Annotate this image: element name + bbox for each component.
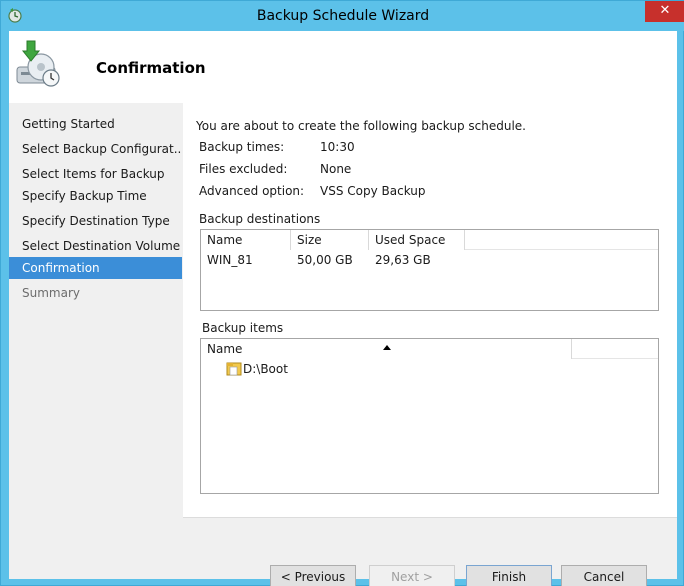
sidebar-item-getting-started[interactable]: Getting Started — [9, 113, 182, 135]
title-bar[interactable]: Backup Schedule Wizard ✕ — [1, 1, 684, 31]
wizard-client: Confirmation Getting Started Select Back… — [9, 31, 677, 586]
backup-times-label: Backup times: — [199, 140, 285, 154]
column-header-used-space[interactable]: Used Space — [369, 230, 465, 250]
sidebar-item-summary: Summary — [22, 286, 80, 300]
column-header-name[interactable]: Name — [201, 230, 291, 250]
backup-items-list[interactable]: Name D:\Boot — [200, 338, 659, 494]
sidebar-item-select-backup-configuration[interactable]: Select Backup Configurat... — [9, 138, 182, 160]
items-header-row: Name — [201, 339, 658, 359]
destination-name-cell: WIN_81 — [207, 253, 253, 267]
advanced-option-label: Advanced option: — [199, 184, 305, 198]
window-title: Backup Schedule Wizard — [256, 8, 430, 24]
sidebar-item-confirmation[interactable]: Confirmation — [9, 257, 182, 279]
column-header-size[interactable]: Size — [291, 230, 369, 250]
sort-ascending-icon — [383, 345, 391, 350]
destination-size-cell: 50,00 GB — [297, 253, 353, 267]
cancel-button[interactable]: Cancel — [561, 565, 647, 586]
backup-times-value: 10:30 — [320, 140, 355, 154]
previous-button[interactable]: < Previous — [270, 565, 356, 586]
backup-destinations-list[interactable]: Name Size Used Space WIN_81 50,00 GB 29,… — [200, 229, 659, 311]
advanced-option-value: VSS Copy Backup — [320, 184, 426, 198]
wizard-window: Backup Schedule Wizard ✕ Confirmation Ge… — [0, 0, 684, 586]
next-button: Next > — [369, 565, 455, 586]
wizard-sidebar: Getting Started Select Backup Configurat… — [9, 103, 182, 579]
files-excluded-value: None — [320, 162, 352, 176]
wizard-footer: < Previous Next > Finish Cancel — [183, 517, 677, 586]
destination-used-space-cell: 29,63 GB — [375, 253, 431, 267]
backup-drive-icon — [13, 37, 65, 91]
close-button[interactable]: ✕ — [645, 1, 684, 22]
sidebar-item-select-items-for-backup[interactable]: Select Items for Backup — [9, 163, 182, 185]
page-title: Confirmation — [96, 59, 206, 77]
files-excluded-label: Files excluded: — [199, 162, 288, 176]
backup-item-path: D:\Boot — [243, 362, 288, 376]
intro-text: You are about to create the following ba… — [196, 119, 526, 133]
sidebar-item-select-destination-volume[interactable]: Select Destination Volume — [9, 235, 182, 257]
wizard-header: Confirmation — [9, 31, 677, 103]
sidebar-item-specify-backup-time[interactable]: Specify Backup Time — [9, 185, 182, 207]
sidebar-item-specify-destination-type[interactable]: Specify Destination Type — [9, 210, 182, 232]
destinations-header-row: Name Size Used Space — [201, 230, 658, 250]
backup-destinations-label: Backup destinations — [199, 212, 321, 226]
finish-button[interactable]: Finish — [466, 565, 552, 586]
backup-items-label: Backup items — [202, 321, 284, 335]
wizard-content: You are about to create the following ba… — [183, 103, 677, 517]
